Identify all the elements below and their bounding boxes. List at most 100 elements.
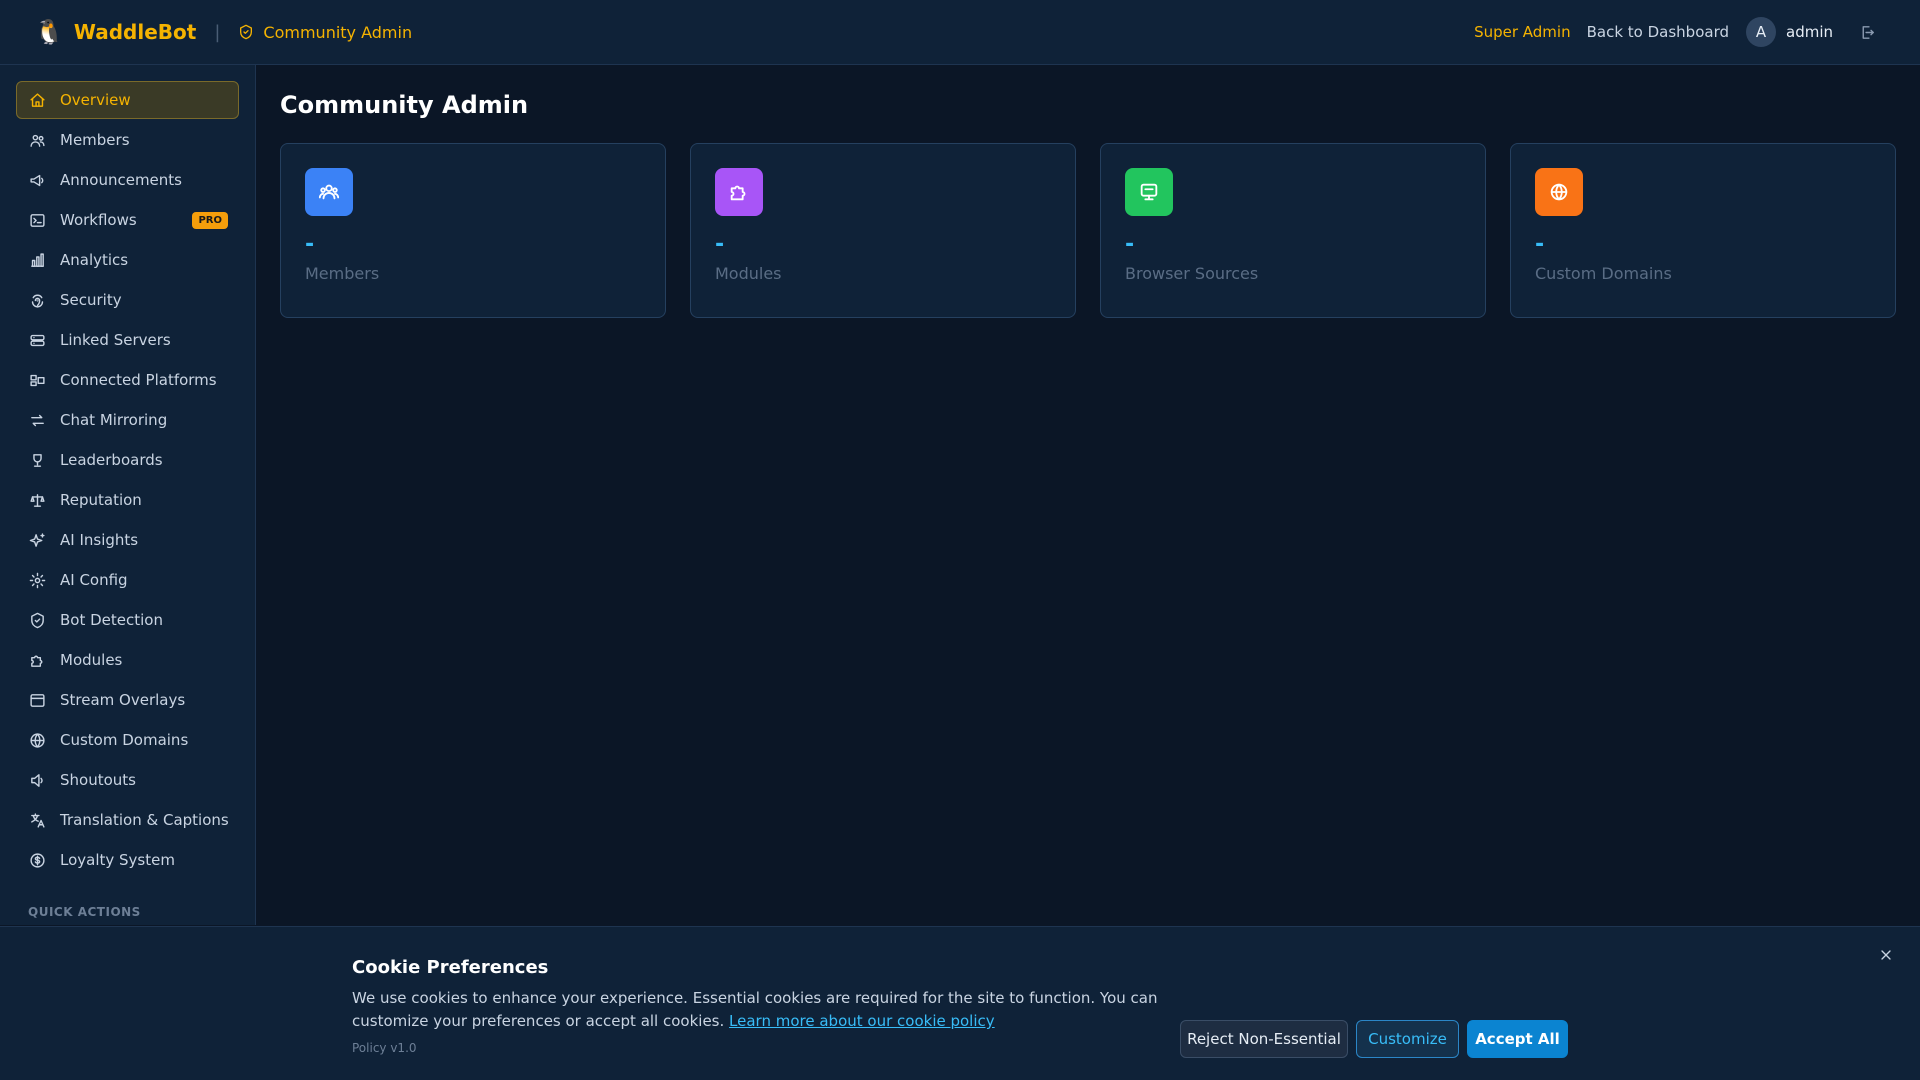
sidebar-item-chat-mirroring[interactable]: Chat Mirroring — [16, 401, 239, 439]
sidebar-item-members[interactable]: Members — [16, 121, 239, 159]
page-title: Community Admin — [280, 91, 529, 119]
sidebar-item-label: Security — [60, 291, 122, 309]
sidebar-item-ai-insights[interactable]: AI Insights — [16, 521, 239, 559]
sidebar-item-label: Bot Detection — [60, 611, 163, 629]
sidebar-item-overview[interactable]: Overview — [16, 81, 239, 119]
logout-button[interactable] — [1859, 24, 1876, 41]
sidebar-item-stream-overlays[interactable]: Stream Overlays — [16, 681, 239, 719]
bar-chart-icon — [31, 252, 44, 267]
sidebar-item-label: Members — [60, 131, 130, 149]
sidebar-item-label: AI Insights — [60, 531, 139, 549]
gear-icon — [29, 572, 46, 588]
close-icon[interactable] — [1878, 947, 1894, 967]
platforms-icon — [30, 374, 45, 386]
stat-cards: - Members - Modules - Browser Sources - … — [280, 143, 1920, 318]
stat-card-browser-sources[interactable]: - Browser Sources — [1100, 143, 1486, 318]
coin-icon — [30, 852, 45, 868]
cookie-title: Cookie Preferences — [352, 957, 549, 978]
sidebar: Overview Members Announcements Workflows… — [0, 65, 256, 925]
cookie-text: We use cookies to enhance your experienc… — [352, 987, 1172, 1033]
super-admin-link[interactable]: Super Admin — [1474, 23, 1571, 41]
sidebar-item-label: Modules — [60, 651, 123, 669]
stat-label: Modules — [715, 264, 782, 283]
sidebar-item-label: Custom Domains — [60, 731, 189, 749]
quick-actions-heading: QUICK ACTIONS — [28, 905, 141, 919]
stat-label: Browser Sources — [1125, 264, 1259, 283]
accept-all-button[interactable]: Accept All — [1467, 1020, 1568, 1058]
arrows-icon — [31, 414, 44, 426]
sidebar-item-analytics[interactable]: Analytics — [16, 241, 239, 279]
sidebar-item-label: Shoutouts — [60, 771, 136, 789]
sidebar-item-label: Overview — [60, 91, 131, 109]
top-bar: 🐧 WaddleBot | Community Admin Super Admi… — [0, 0, 1920, 65]
sidebar-item-reputation[interactable]: Reputation — [16, 481, 239, 519]
sidebar-item-label: Linked Servers — [60, 331, 171, 349]
stat-card-modules[interactable]: - Modules — [690, 143, 1076, 318]
sidebar-item-label: Chat Mirroring — [60, 411, 168, 429]
monitor-icon — [1125, 168, 1173, 216]
sidebar-item-translation-captions[interactable]: Translation & Captions — [16, 801, 239, 839]
globe-icon — [1535, 168, 1583, 216]
sidebar-item-label: Leaderboards — [60, 451, 163, 469]
sidebar-item-label: Loyalty System — [60, 851, 175, 869]
sidebar-item-label: Analytics — [60, 251, 129, 269]
sidebar-item-custom-domains[interactable]: Custom Domains — [16, 721, 239, 759]
translate-icon — [31, 812, 45, 828]
sidebar-item-label: Translation & Captions — [60, 811, 229, 829]
breadcrumb-label: Community Admin — [263, 22, 413, 42]
avatar[interactable]: A — [1746, 17, 1776, 47]
stat-label: Custom Domains — [1535, 264, 1672, 283]
brand-separator: | — [214, 21, 221, 43]
sidebar-item-loyalty-system[interactable]: Loyalty System — [16, 841, 239, 879]
top-right-nav: Super Admin Back to Dashboard A admin — [1474, 17, 1876, 47]
sidebar-item-label: Reputation — [60, 491, 142, 509]
stat-value: - — [715, 232, 725, 257]
sparkles-icon — [29, 532, 45, 547]
scale-icon — [30, 493, 45, 507]
terminal-icon — [30, 213, 45, 227]
sidebar-item-announcements[interactable]: Announcements — [16, 161, 239, 199]
back-to-dashboard-link[interactable]: Back to Dashboard — [1587, 23, 1729, 41]
stat-value: - — [305, 232, 315, 257]
sidebar-item-bot-detection[interactable]: Bot Detection — [16, 601, 239, 639]
policy-version: Policy v1.0 — [352, 1041, 417, 1055]
sidebar-item-label: Announcements — [60, 171, 182, 189]
fingerprint-icon — [31, 294, 44, 308]
breadcrumb: Community Admin — [238, 23, 412, 42]
stat-value: - — [1535, 232, 1545, 257]
speaker-icon — [31, 773, 43, 787]
reject-non-essential-button[interactable]: Reject Non-Essential — [1180, 1020, 1348, 1058]
shield-check-icon — [240, 24, 253, 40]
users-icon — [305, 168, 353, 216]
pro-badge: PRO — [192, 211, 228, 229]
sidebar-item-linked-servers[interactable]: Linked Servers — [16, 321, 239, 359]
sidebar-item-ai-config[interactable]: AI Config — [16, 561, 239, 599]
stat-value: - — [1125, 232, 1135, 257]
sidebar-item-modules[interactable]: Modules — [16, 641, 239, 679]
home-icon — [30, 92, 45, 107]
globe-icon — [30, 732, 45, 748]
puzzle-icon — [31, 655, 43, 667]
brand-name: WaddleBot — [73, 20, 197, 44]
puzzle-icon — [715, 168, 763, 216]
sidebar-item-shoutouts[interactable]: Shoutouts — [16, 761, 239, 799]
sidebar-item-label: Stream Overlays — [60, 691, 186, 709]
stat-card-custom-domains[interactable]: - Custom Domains — [1510, 143, 1896, 318]
cookie-policy-link[interactable]: Learn more about our cookie policy — [729, 1012, 995, 1030]
sidebar-item-connected-platforms[interactable]: Connected Platforms — [16, 361, 239, 399]
user-name: admin — [1786, 23, 1833, 41]
sidebar-item-security[interactable]: Security — [16, 281, 239, 319]
users-icon — [30, 134, 45, 147]
sidebar-item-label: AI Config — [60, 571, 128, 589]
server-icon — [30, 334, 45, 346]
stat-card-members[interactable]: - Members — [280, 143, 666, 318]
brand[interactable]: 🐧 WaddleBot — [34, 20, 196, 44]
trophy-icon — [33, 453, 42, 467]
customize-button[interactable]: Customize — [1356, 1020, 1459, 1058]
sidebar-item-workflows[interactable]: Workflows PRO — [16, 201, 239, 239]
window-icon — [30, 693, 45, 707]
sidebar-item-leaderboards[interactable]: Leaderboards — [16, 441, 239, 479]
cookie-banner: Cookie Preferences We use cookies to enh… — [0, 926, 1920, 1080]
megaphone-icon — [30, 174, 44, 186]
sidebar-item-label: Connected Platforms — [60, 371, 217, 389]
